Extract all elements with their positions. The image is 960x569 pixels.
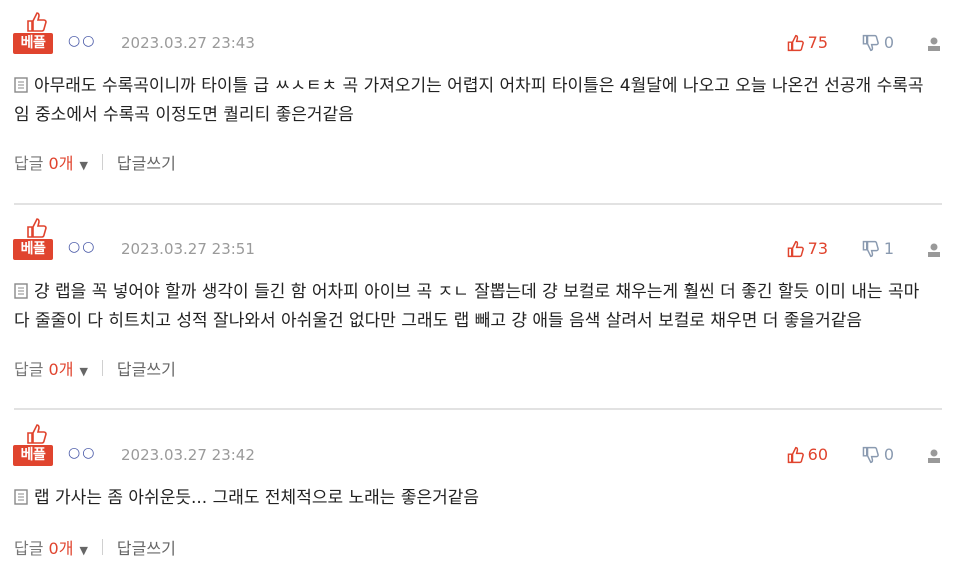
like-count: 75 bbox=[807, 33, 828, 52]
comment-text-block: 걍 랩을 꼭 넣어야 할까 생각이 들긴 함 어차피 아이브 곡 ㅈㄴ 잘뽑는데… bbox=[14, 278, 934, 336]
reply-count: 0개 bbox=[48, 539, 74, 558]
comment-date: 2023.03.27 23:51 bbox=[121, 240, 255, 258]
reply-count: 0개 bbox=[48, 154, 74, 173]
comment-text: 랩 가사는 좀 아쉬운듯... 그래도 전체적으로 노래는 좋은거같음 bbox=[34, 488, 480, 508]
best-comment-badge: 베플 bbox=[13, 217, 53, 261]
thumbs-up-icon bbox=[27, 218, 47, 238]
thumbs-down-icon bbox=[862, 34, 879, 51]
user-icon[interactable] bbox=[926, 448, 942, 464]
comment-footer: 답글 0개 ▼ 답글쓰기 bbox=[14, 535, 176, 559]
comment-date: 2023.03.27 23:42 bbox=[121, 446, 255, 464]
comment-text-block: 아무래도 수록곡이니까 타이틀 급 ㅆㅅㅌㅊ 곡 가져오기는 어렵지 어차피 타… bbox=[14, 72, 934, 130]
best-label: 베플 bbox=[13, 33, 53, 54]
best-comment-badge: 베플 bbox=[13, 423, 53, 467]
dislike-button[interactable]: 0 bbox=[861, 445, 894, 464]
reply-toggle[interactable]: 답글 0개 ▼ bbox=[14, 150, 88, 174]
document-icon bbox=[14, 489, 28, 505]
document-icon bbox=[14, 77, 28, 93]
divider bbox=[101, 360, 103, 376]
best-label: 베플 bbox=[13, 445, 53, 466]
reply-count: 0개 bbox=[48, 360, 74, 379]
caret-down-icon: ▼ bbox=[79, 544, 88, 557]
thumbs-down-icon bbox=[862, 240, 879, 257]
best-comment-badge: 베플 bbox=[13, 11, 53, 55]
reply-toggle[interactable]: 답글 0개 ▼ bbox=[14, 535, 88, 559]
thumbs-up-icon bbox=[787, 34, 804, 51]
like-count: 60 bbox=[807, 445, 828, 464]
caret-down-icon: ▼ bbox=[79, 159, 88, 172]
divider bbox=[101, 154, 103, 170]
thumbs-up-icon bbox=[27, 424, 47, 444]
comment-footer: 답글 0개 ▼ 답글쓰기 bbox=[14, 356, 176, 380]
best-label: 베플 bbox=[13, 239, 53, 260]
document-icon bbox=[14, 283, 28, 299]
dislike-count: 1 bbox=[883, 239, 894, 258]
divider bbox=[101, 539, 103, 555]
user-icon[interactable] bbox=[926, 36, 942, 52]
comment-footer: 답글 0개 ▼ 답글쓰기 bbox=[14, 150, 176, 174]
like-count: 73 bbox=[807, 239, 828, 258]
user-icon[interactable] bbox=[926, 242, 942, 258]
comment-date: 2023.03.27 23:43 bbox=[121, 34, 255, 52]
caret-down-icon: ▼ bbox=[79, 365, 88, 378]
dislike-count: 0 bbox=[883, 33, 894, 52]
comment-text-block: 랩 가사는 좀 아쉬운듯... 그래도 전체적으로 노래는 좋은거같음 bbox=[14, 484, 934, 513]
thumbs-down-icon bbox=[862, 446, 879, 463]
like-button[interactable]: 75 bbox=[786, 33, 828, 52]
nickname[interactable]: ○○ bbox=[68, 239, 96, 255]
like-button[interactable]: 73 bbox=[786, 239, 828, 258]
divider bbox=[14, 408, 942, 410]
thumbs-up-icon bbox=[787, 240, 804, 257]
comment-item: 베플 ○○ 2023.03.27 23:42 60 0 랩 가사는 좀 아쉬운듯… bbox=[0, 412, 960, 569]
nickname[interactable]: ○○ bbox=[68, 445, 96, 461]
divider bbox=[14, 203, 942, 205]
comment-item: 베플 ○○ 2023.03.27 23:43 75 0 아무래도 수록곡이니까 … bbox=[0, 0, 960, 203]
comment-text: 걍 랩을 꼭 넣어야 할까 생각이 들긴 함 어차피 아이브 곡 ㅈㄴ 잘뽑는데… bbox=[14, 282, 920, 331]
write-reply-button[interactable]: 답글쓰기 bbox=[117, 150, 176, 174]
comment-text: 아무래도 수록곡이니까 타이틀 급 ㅆㅅㅌㅊ 곡 가져오기는 어렵지 어차피 타… bbox=[14, 76, 924, 125]
like-button[interactable]: 60 bbox=[786, 445, 828, 464]
thumbs-up-icon bbox=[787, 446, 804, 463]
dislike-count: 0 bbox=[883, 445, 894, 464]
reply-toggle[interactable]: 답글 0개 ▼ bbox=[14, 356, 88, 380]
write-reply-button[interactable]: 답글쓰기 bbox=[117, 356, 176, 380]
thumbs-up-icon bbox=[27, 12, 47, 32]
dislike-button[interactable]: 0 bbox=[861, 33, 894, 52]
nickname[interactable]: ○○ bbox=[68, 33, 96, 49]
dislike-button[interactable]: 1 bbox=[861, 239, 894, 258]
comment-item: 베플 ○○ 2023.03.27 23:51 73 1 걍 랩을 꼭 넣어야 할… bbox=[0, 206, 960, 409]
write-reply-button[interactable]: 답글쓰기 bbox=[117, 535, 176, 559]
